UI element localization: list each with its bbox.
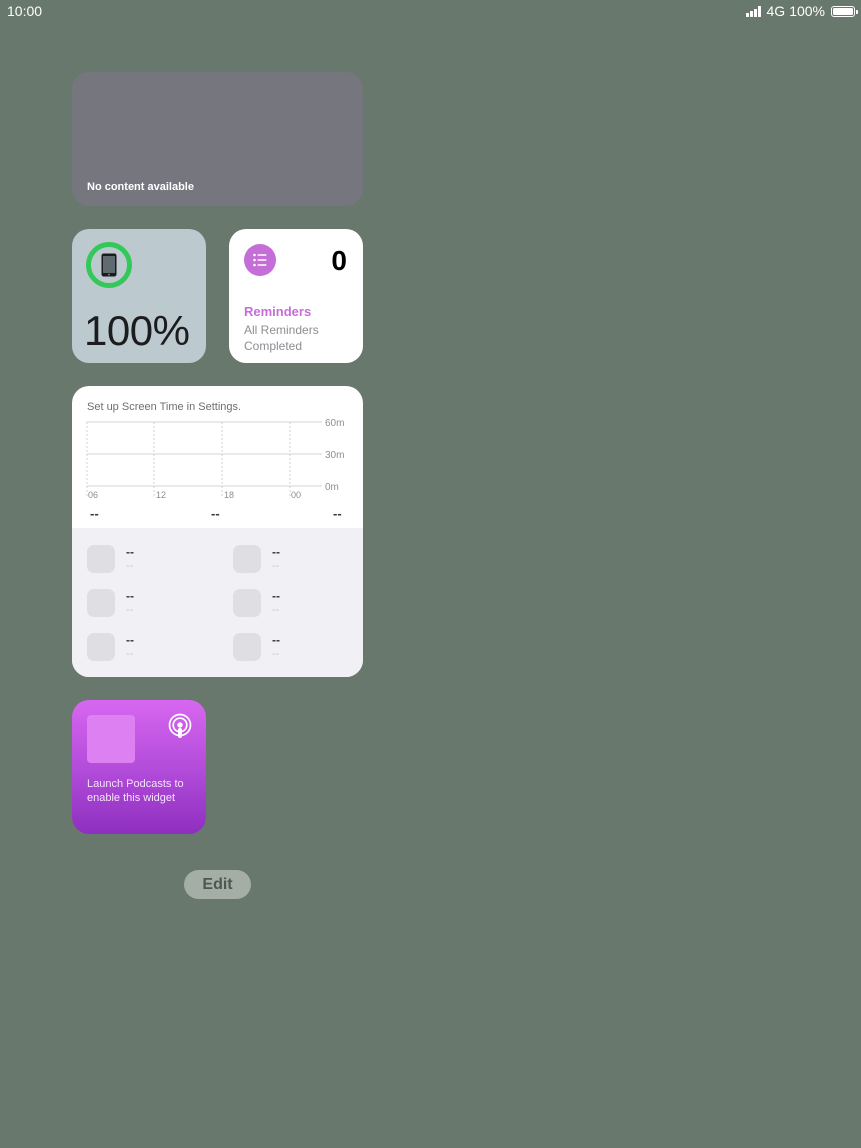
status-time: 10:00 [7,3,43,19]
app-placeholder-icon [87,545,115,573]
podcasts-widget[interactable]: Launch Podcasts to enable this widget [72,700,206,834]
app-name: -- [272,633,280,647]
reminders-widget[interactable]: 0 Reminders All Reminders Completed [229,229,363,363]
ipad-icon [101,253,117,277]
app-time: -- [272,560,280,572]
podcasts-launch-message: Launch Podcasts to enable this widget [87,778,184,804]
no-content-message: No content available [87,181,194,193]
app-usage-item: -- -- [87,633,217,663]
screen-time-totals: -- -- -- [72,506,363,521]
screen-time-app-list: -- -- -- -- -- -- -- -- -- -- -- -- [72,528,363,677]
edit-button[interactable]: Edit [184,870,251,899]
cellular-signal-icon [745,5,761,17]
app-time: -- [272,604,280,616]
app-usage-item: -- -- [87,545,217,575]
total-value: -- [211,506,220,521]
screen-time-widget[interactable]: Set up Screen Time in Settings. 60m 30m … [72,386,363,677]
battery-icon [831,5,858,17]
app-name: -- [126,589,134,603]
y-label-60m: 60m [325,418,344,429]
app-usage-item: -- -- [87,589,217,619]
battery-percentage-large: 100% [84,307,190,354]
total-value: -- [333,506,342,521]
x-label-06: 06 [88,490,98,500]
app-time: -- [126,560,134,572]
x-label-12: 12 [156,490,166,500]
battery-percentage: 100% [789,3,825,19]
app-name: -- [272,589,280,603]
batteries-widget[interactable]: 100% [72,229,206,363]
podcast-artwork-placeholder [87,715,135,763]
list-icon [244,244,276,276]
no-content-widget[interactable]: No content available [72,72,363,206]
chart-grid [86,421,322,498]
app-placeholder-icon [87,589,115,617]
total-value: -- [90,506,99,521]
app-name: -- [126,545,134,559]
app-placeholder-icon [87,633,115,661]
app-usage-item: -- -- [233,545,363,575]
y-label-0m: 0m [325,482,339,493]
screen-time-chart: 60m 30m 0m 06 12 18 00 [86,418,344,500]
app-placeholder-icon [233,545,261,573]
app-time: -- [272,648,280,660]
app-usage-item: -- -- [233,589,363,619]
x-label-18: 18 [224,490,234,500]
podcasts-icon [168,713,192,738]
battery-ring [86,242,132,288]
app-placeholder-icon [233,589,261,617]
app-placeholder-icon [233,633,261,661]
app-name: -- [272,545,280,559]
reminders-count: 0 [331,245,347,276]
network-type: 4G [766,3,786,19]
y-label-30m: 30m [325,450,344,461]
app-name: -- [126,633,134,647]
status-bar: 10:00 4G 100% [0,0,861,22]
app-time: -- [126,604,134,616]
status-indicators: 4G 100% [745,3,858,19]
app-usage-item: -- -- [233,633,363,663]
x-label-00: 00 [291,490,301,500]
app-time: -- [126,648,134,660]
reminders-subtitle: All Reminders Completed [244,323,319,353]
reminders-title: Reminders [244,304,312,319]
